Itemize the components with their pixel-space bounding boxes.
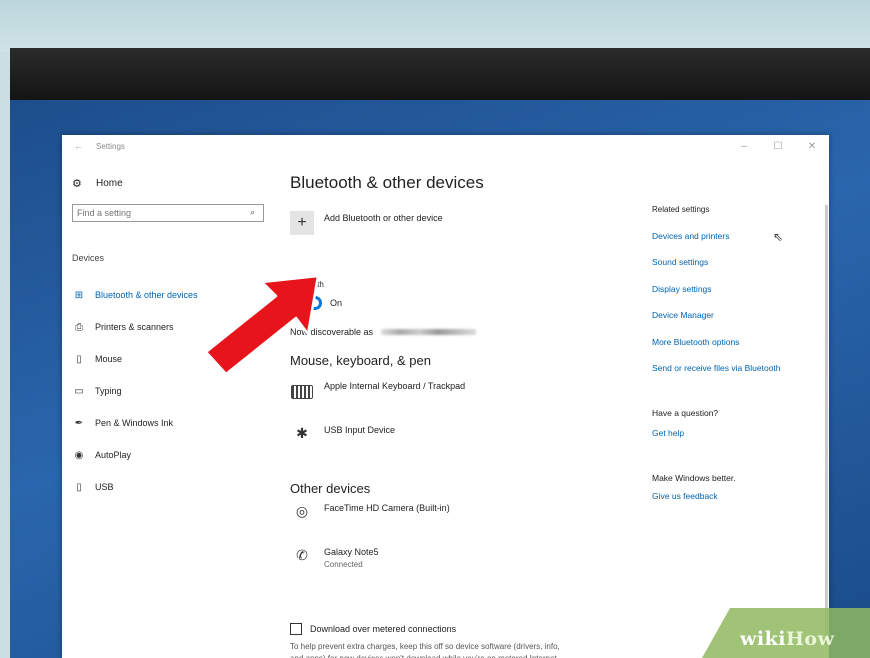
link-display-settings[interactable]: Display settings xyxy=(652,284,712,294)
pen-icon: ✒ xyxy=(74,417,84,429)
metered-checkbox[interactable] xyxy=(290,623,302,635)
link-get-help[interactable]: Get help xyxy=(652,428,684,438)
usb-icon: ▯ xyxy=(76,481,82,493)
back-arrow-icon[interactable]: ← xyxy=(74,141,84,151)
sidebar-item-autoplay[interactable]: ◉ AutoPlay xyxy=(72,439,198,471)
gear-icon: ⚙ xyxy=(72,178,82,190)
sidebar-item-mouse[interactable]: ▯ Mouse xyxy=(72,343,198,375)
red-arrow-icon xyxy=(204,274,320,376)
link-give-feedback[interactable]: Give us feedback xyxy=(652,491,718,501)
keyboard-icon: ▭ xyxy=(74,385,84,397)
wikihow-wiki: wiki xyxy=(740,628,786,650)
mouse-cursor-icon: ⇖ xyxy=(773,230,784,244)
device-usb-input[interactable]: ✱ USB Input Device xyxy=(290,425,395,445)
search-icon[interactable]: ⌕ xyxy=(250,207,255,218)
sidebar: ⚙ Home ⌕ Devices ⊞ Bluetooth & other dev… xyxy=(62,157,277,658)
background-top xyxy=(0,0,870,52)
sidebar-item-label: Typing xyxy=(95,386,122,396)
keyboard-icon xyxy=(290,381,314,401)
related-settings-header: Related settings xyxy=(652,205,710,214)
link-devices-printers[interactable]: Devices and printers xyxy=(652,231,729,241)
metered-help-text: To help prevent extra charges, keep this… xyxy=(290,642,560,658)
home-label: Home xyxy=(96,178,123,189)
laptop-bezel xyxy=(10,48,870,100)
plus-icon: + xyxy=(290,211,314,235)
related-settings-panel: Related settings Devices and printers So… xyxy=(652,157,822,658)
printer-icon: ⎙ xyxy=(75,321,83,333)
device-keyboard[interactable]: Apple Internal Keyboard / Trackpad xyxy=(290,381,465,401)
device-name: Apple Internal Keyboard / Trackpad xyxy=(324,381,466,391)
minimize-button[interactable]: – xyxy=(727,141,761,152)
link-device-manager[interactable]: Device Manager xyxy=(652,310,714,320)
sidebar-item-typing[interactable]: ▭ Typing xyxy=(72,375,198,407)
main-content: Bluetooth & other devices + Add Bluetoot… xyxy=(290,157,640,658)
sidebar-item-label: AutoPlay xyxy=(95,450,132,460)
sidebar-item-label: Bluetooth & other devices xyxy=(95,290,198,300)
devices-section-header: Devices xyxy=(72,253,105,263)
sidebar-item-label: USB xyxy=(95,482,114,492)
sidebar-item-usb[interactable]: ▯ USB xyxy=(72,471,198,503)
sidebar-item-bluetooth[interactable]: ⊞ Bluetooth & other devices xyxy=(72,279,198,311)
link-send-files[interactable]: Send or receive files via Bluetooth xyxy=(652,363,781,373)
bluetooth-devices-icon: ⊞ xyxy=(74,289,84,301)
feedback-header: Make Windows better. xyxy=(652,473,736,483)
sidebar-item-label: Mouse xyxy=(95,354,123,364)
sidebar-nav: ⊞ Bluetooth & other devices ⎙ Printers &… xyxy=(72,279,198,503)
mouse-icon: ▯ xyxy=(76,353,82,365)
autoplay-icon: ◉ xyxy=(74,449,84,461)
device-status: Connected xyxy=(324,560,363,569)
home-link[interactable]: ⚙ Home xyxy=(72,177,123,190)
sidebar-item-label: Pen & Windows Ink xyxy=(95,418,174,428)
page-title: Bluetooth & other devices xyxy=(290,173,484,192)
device-camera[interactable]: ◎ FaceTime HD Camera (Built-in) xyxy=(290,503,450,523)
title-bar: ← Settings – ☐ ✕ xyxy=(62,135,829,157)
device-name: FaceTime HD Camera (Built-in) xyxy=(324,503,450,513)
scrollbar[interactable] xyxy=(825,205,828,645)
maximize-button[interactable]: ☐ xyxy=(761,141,795,152)
search-input[interactable] xyxy=(72,204,264,222)
question-header: Have a question? xyxy=(652,408,719,418)
settings-window: ← Settings – ☐ ✕ ⚙ Home ⌕ Devices ⊞ Blue… xyxy=(62,135,829,658)
wikihow-logo: wikiHow xyxy=(740,628,834,650)
device-phone[interactable]: ✆ Galaxy Note5 Connected xyxy=(290,547,379,569)
other-devices-title: Other devices xyxy=(290,481,371,496)
sidebar-item-pen[interactable]: ✒ Pen & Windows Ink xyxy=(72,407,198,439)
sidebar-item-printers[interactable]: ⎙ Printers & scanners xyxy=(72,311,198,343)
metered-checkbox-label: Download over metered connections xyxy=(310,624,457,634)
phone-icon: ✆ xyxy=(296,547,308,563)
add-device-label: Add Bluetooth or other device xyxy=(324,213,443,223)
blurred-device-name xyxy=(381,329,477,335)
webcam-icon: ◎ xyxy=(295,503,309,519)
window-controls: – ☐ ✕ xyxy=(727,141,829,152)
wikihow-how: How xyxy=(785,628,835,650)
metered-checkbox-row[interactable]: Download over metered connections xyxy=(290,623,456,635)
close-button[interactable]: ✕ xyxy=(795,141,829,152)
add-device-button[interactable]: + Add Bluetooth or other device xyxy=(290,207,580,241)
sidebar-item-label: Printers & scanners xyxy=(95,322,174,332)
link-sound-settings[interactable]: Sound settings xyxy=(652,257,708,267)
window-title: Settings xyxy=(96,141,125,151)
device-name: USB Input Device xyxy=(324,425,396,435)
bluetooth-state: On xyxy=(330,298,343,308)
bluetooth-icon: ✱ xyxy=(296,425,308,441)
device-name: Galaxy Note5 xyxy=(324,547,379,557)
link-more-bluetooth[interactable]: More Bluetooth options xyxy=(652,337,739,347)
